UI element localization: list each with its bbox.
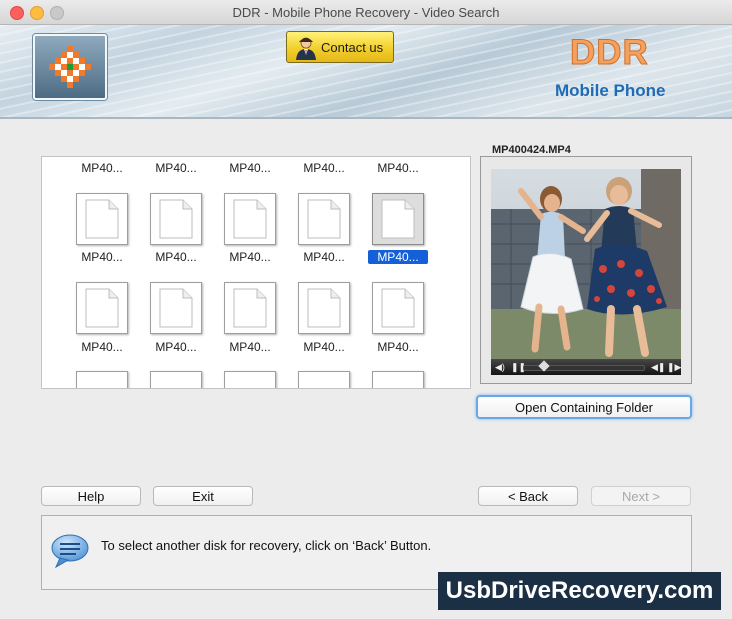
exit-button[interactable]: Exit [153,486,253,506]
file-icon[interactable] [150,193,202,245]
video-thumbnail-image [491,169,681,359]
file-name-label[interactable]: MP40... [294,340,354,354]
file-icon[interactable] [298,282,350,334]
app-window: DDR - Mobile Phone Recovery - Video Sear… [0,0,732,619]
file-icon[interactable] [150,371,202,388]
header-banner: Contact us DDR Mobile Phone [0,25,732,119]
video-frame[interactable] [491,169,681,359]
speech-bubble-icon [51,534,89,569]
document-icon [159,199,193,239]
volume-icon[interactable]: ◀) [495,362,505,372]
brand-logo-text: DDR [570,33,649,73]
document-icon [307,288,341,328]
file-name-label[interactable]: MP40... [294,250,354,264]
document-icon [381,288,415,328]
document-icon [307,199,341,239]
file-icon[interactable] [76,371,128,388]
back-button[interactable]: < Back [478,486,578,506]
brand-subtitle: Mobile Phone [555,81,666,100]
app-logo [33,34,107,100]
status-message-text: To select another disk for recovery, cli… [101,538,432,553]
seek-slider-thumb[interactable] [538,360,550,372]
file-name-label[interactable]: MP40... [146,340,206,354]
file-name-label[interactable]: MP40... [368,161,428,175]
file-icon[interactable] [298,193,350,245]
file-name-label[interactable]: MP40... [368,340,428,354]
preview-filename: MP400424.MP4 [490,144,573,156]
video-controls: ◀) ❚❚ ◀❚ ❚▶ [491,359,681,375]
file-name-label[interactable]: MP40... [146,161,206,175]
file-name-label-selected[interactable]: MP40... [368,250,428,264]
file-icon[interactable] [372,282,424,334]
help-button[interactable]: Help [41,486,141,506]
file-icon[interactable] [150,282,202,334]
video-preview-panel: ◀) ❚❚ ◀❚ ❚▶ [480,156,692,384]
website-watermark: UsbDriveRecovery.com [438,572,721,610]
contact-us-button[interactable]: Contact us [286,31,394,63]
file-name-label[interactable]: MP40... [72,250,132,264]
document-icon [85,288,119,328]
contact-us-label: Contact us [321,40,384,55]
file-name-label[interactable]: MP40... [146,250,206,264]
rewind-icon[interactable]: ◀❚ [651,362,665,372]
file-name-label[interactable]: MP40... [72,340,132,354]
forward-icon[interactable]: ❚▶ [667,362,681,372]
document-icon [381,199,415,239]
checker-logo-icon [49,46,91,88]
file-grid-panel: MP40... MP40... MP40... MP40... MP40... … [41,156,471,389]
file-icon[interactable] [372,371,424,388]
file-name-label[interactable]: MP40... [72,161,132,175]
file-icon[interactable] [76,282,128,334]
document-icon [159,288,193,328]
file-name-label[interactable]: MP40... [220,340,280,354]
file-name-label[interactable]: MP40... [294,161,354,175]
file-name-label[interactable]: MP40... [220,161,280,175]
window-title: DDR - Mobile Phone Recovery - Video Sear… [232,5,500,20]
file-icon[interactable] [76,193,128,245]
document-icon [233,199,267,239]
file-icon[interactable] [298,371,350,388]
document-icon [233,288,267,328]
person-icon [296,37,316,60]
file-icon[interactable] [224,371,276,388]
document-icon [85,199,119,239]
file-icon-selected[interactable] [372,193,424,245]
open-containing-folder-button[interactable]: Open Containing Folder [476,395,692,419]
file-icon[interactable] [224,193,276,245]
seek-slider[interactable] [523,360,645,372]
title-bar: DDR - Mobile Phone Recovery - Video Sear… [0,0,732,25]
next-button[interactable]: Next > [591,486,691,506]
file-icon[interactable] [224,282,276,334]
file-name-label[interactable]: MP40... [220,250,280,264]
